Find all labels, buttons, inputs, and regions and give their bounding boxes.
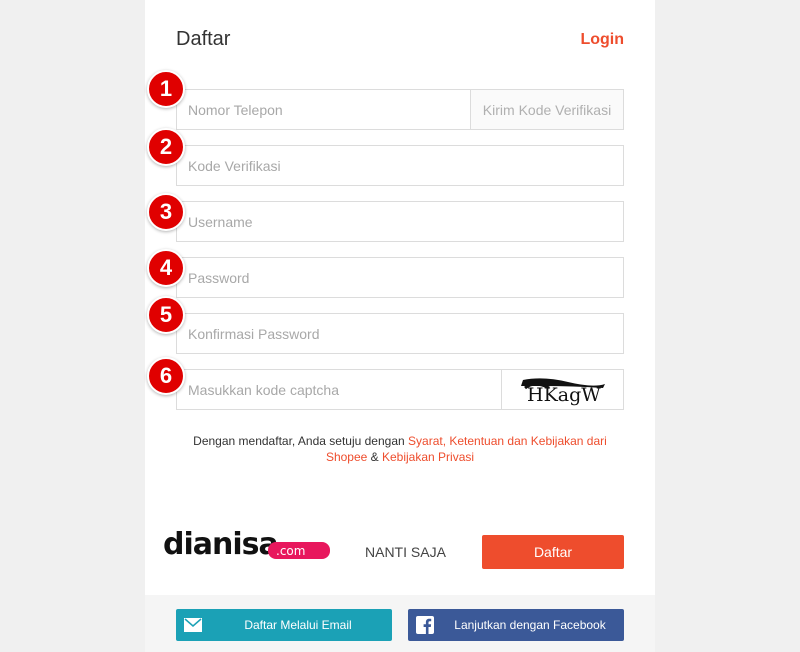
verification-code-input[interactable] xyxy=(177,146,623,185)
privacy-link[interactable]: Kebijakan Privasi xyxy=(382,450,474,464)
facebook-signup-label: Lanjutkan dengan Facebook xyxy=(454,618,606,632)
step-badge-5: 5 xyxy=(147,296,185,334)
email-signup-label: Daftar Melalui Email xyxy=(244,618,352,632)
step-badge-3: 3 xyxy=(147,193,185,231)
skip-button[interactable]: NANTI SAJA xyxy=(365,544,446,560)
step-badge-4: 4 xyxy=(147,249,185,287)
confirm-password-field-group xyxy=(176,313,624,354)
code-field-group xyxy=(176,145,624,186)
terms-and: & xyxy=(367,450,382,464)
register-button[interactable]: Daftar xyxy=(482,535,624,569)
page-title: Daftar xyxy=(176,28,231,50)
captcha-image[interactable]: HKagW xyxy=(501,370,623,409)
step-badge-6: 6 xyxy=(147,357,185,395)
confirm-password-input[interactable] xyxy=(177,314,623,353)
captcha-text: HKagW xyxy=(527,384,601,406)
step-badge-1: 1 xyxy=(147,70,185,108)
password-field-group xyxy=(176,257,624,298)
watermark-suffix: .com xyxy=(276,544,305,558)
facebook-signup-button[interactable]: Lanjutkan dengan Facebook xyxy=(408,609,624,641)
email-signup-button[interactable]: Daftar Melalui Email xyxy=(176,609,392,641)
send-code-button[interactable]: Kirim Kode Verifikasi xyxy=(470,90,623,129)
step-badge-2: 2 xyxy=(147,128,185,166)
login-link[interactable]: Login xyxy=(580,31,624,49)
captcha-input[interactable] xyxy=(177,370,501,409)
watermark-logo: dianisa .com xyxy=(163,526,333,569)
phone-input[interactable] xyxy=(177,90,470,129)
username-input[interactable] xyxy=(177,202,623,241)
envelope-icon xyxy=(176,609,210,641)
captcha-field-group: HKagW xyxy=(176,369,624,410)
captcha-graphic: HKagW xyxy=(518,377,605,406)
password-input[interactable] xyxy=(177,258,623,297)
facebook-icon xyxy=(408,609,442,641)
phone-field-group: Kirim Kode Verifikasi xyxy=(176,89,624,130)
watermark-main: dianisa xyxy=(163,527,278,562)
terms-prefix: Dengan mendaftar, Anda setuju dengan xyxy=(193,434,409,448)
terms-text: Dengan mendaftar, Anda setuju dengan Sya… xyxy=(176,433,624,465)
username-field-group xyxy=(176,201,624,242)
